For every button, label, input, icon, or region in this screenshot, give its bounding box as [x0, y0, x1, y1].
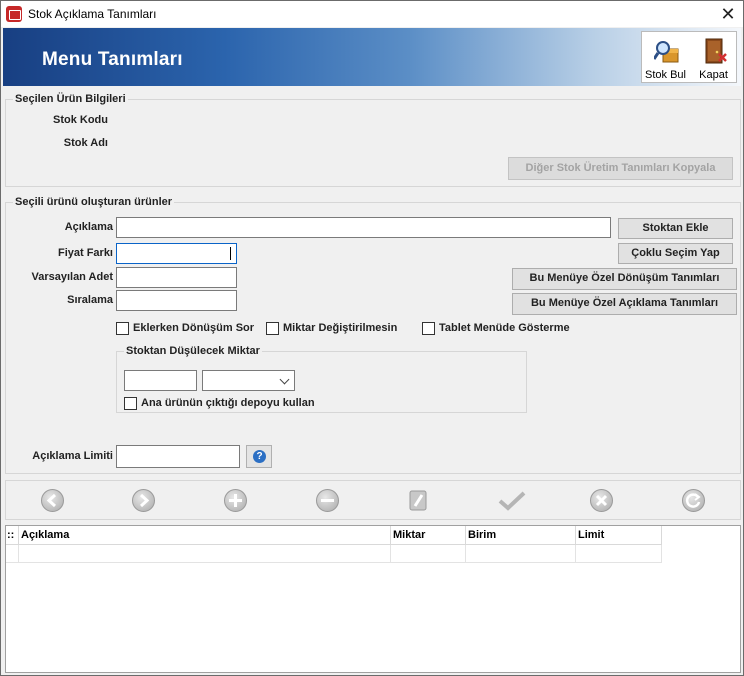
varsayilan-adet-label: Varsayılan Adet: [31, 271, 113, 283]
siralama-input[interactable]: [116, 290, 237, 311]
miktar-degistirilmesin-checkbox[interactable]: Miktar Değiştirilmesin: [266, 322, 416, 336]
eklerken-donusum-checkbox[interactable]: Eklerken Dönüşüm Sor: [116, 322, 266, 336]
dusulecek-miktar-title: Stoktan Düşülecek Miktar: [124, 345, 262, 357]
help-button[interactable]: ?: [246, 445, 272, 468]
stok-bul-label: Stok Bul: [645, 69, 686, 81]
column-header-aciklama[interactable]: Açıklama: [19, 526, 391, 545]
column-header-birim[interactable]: Birim: [466, 526, 576, 545]
fiyat-farki-input[interactable]: [116, 243, 237, 264]
previous-button[interactable]: [41, 489, 65, 513]
ana-urun-depo-checkbox[interactable]: Ana ürünün çıktığı depoyu kullan: [124, 397, 344, 411]
check-icon: [498, 491, 526, 511]
header-banner: Menu Tanımları Stok Bul Kapat: [3, 28, 741, 86]
cancel-button[interactable]: [590, 489, 614, 513]
refresh-glyph: [685, 493, 701, 508]
items-grid: :: Açıklama Miktar Birim Limit: [5, 525, 741, 673]
dusulecek-birim-select[interactable]: [202, 370, 295, 391]
remove-button[interactable]: [316, 489, 340, 513]
aciklama-limiti-input[interactable]: [116, 445, 240, 468]
add-button[interactable]: [224, 489, 248, 513]
edit-icon: [409, 490, 427, 511]
secilen-urun-title: Seçilen Ürün Bilgileri: [13, 93, 128, 105]
stock-search-icon: [654, 41, 679, 63]
checkbox-box[interactable]: [266, 322, 279, 335]
kapat-label: Kapat: [699, 69, 728, 81]
arrow-left-glyph: [46, 493, 57, 508]
aciklama-label: Açıklama: [64, 221, 113, 233]
miktar-degistirilmesin-label: Miktar Değiştirilmesin: [283, 322, 398, 334]
main-window: Stok Açıklama Tanımları ✕ Menu Tanımları…: [0, 0, 744, 676]
checkbox-box[interactable]: [422, 322, 435, 335]
close-icon[interactable]: ✕: [713, 1, 743, 27]
olusturan-urunler-title: Seçili ürünü oluşturan ürünler: [13, 196, 175, 208]
x-glyph: [595, 494, 608, 507]
stok-kodu-label: Stok Kodu: [53, 114, 108, 126]
table-cell[interactable]: [391, 545, 466, 563]
help-icon: ?: [253, 450, 266, 463]
text-caret: [230, 247, 231, 260]
copy-definitions-button[interactable]: Diğer Stok Üretim Tanımları Kopyala: [508, 157, 733, 180]
stoktan-ekle-button[interactable]: Stoktan Ekle: [618, 218, 733, 239]
aciklama-input[interactable]: [116, 217, 611, 238]
edit-button[interactable]: [407, 489, 431, 513]
title-bar: Stok Açıklama Tanımları ✕: [1, 1, 743, 27]
tablet-menude-label: Tablet Menüde Gösterme: [439, 322, 570, 334]
donusum-tanimlari-button[interactable]: Bu Menüye Özel Dönüşüm Tanımları: [512, 268, 737, 290]
aciklama-limiti-label: Açıklama Limiti: [32, 450, 113, 462]
confirm-button[interactable]: [497, 489, 527, 513]
chevron-down-icon: [279, 374, 290, 385]
fiyat-farki-label: Fiyat Farkı: [57, 247, 113, 259]
tablet-menude-checkbox[interactable]: Tablet Menüde Gösterme: [422, 322, 592, 336]
exit-door-icon: [705, 38, 727, 64]
checkbox-box[interactable]: [124, 397, 137, 410]
aciklama-tanimlari-button[interactable]: Bu Menüye Özel Açıklama Tanımları: [512, 293, 737, 315]
ana-urun-depo-label: Ana ürünün çıktığı depoyu kullan: [141, 397, 315, 409]
refresh-button[interactable]: [682, 489, 706, 513]
table-cell[interactable]: [19, 545, 391, 563]
navigation-toolbar: [5, 480, 741, 520]
arrow-right-glyph: [139, 493, 150, 508]
kapat-button[interactable]: Kapat: [690, 32, 737, 82]
column-header-limit[interactable]: Limit: [576, 526, 662, 545]
toolbar-panel: Stok Bul Kapat: [641, 31, 737, 83]
stok-bul-button[interactable]: Stok Bul: [642, 32, 689, 82]
row-indicator-cell[interactable]: [6, 545, 19, 563]
table-cell[interactable]: [576, 545, 662, 563]
page-title: Menu Tanımları: [42, 49, 183, 70]
stok-adi-label: Stok Adı: [63, 137, 108, 149]
siralama-label: Sıralama: [67, 294, 113, 306]
next-button[interactable]: [132, 489, 156, 513]
plus-glyph: [229, 494, 242, 507]
checkbox-box[interactable]: [116, 322, 129, 335]
table-cell[interactable]: [466, 545, 576, 563]
window-title: Stok Açıklama Tanımları: [28, 7, 157, 21]
app-icon: [6, 6, 22, 22]
column-header-miktar[interactable]: Miktar: [391, 526, 466, 545]
minus-glyph: [321, 499, 334, 502]
varsayilan-adet-input[interactable]: [116, 267, 237, 288]
coklu-secim-button[interactable]: Çoklu Seçim Yap: [618, 243, 733, 264]
dusulecek-miktar-input[interactable]: [124, 370, 197, 391]
eklerken-donusum-label: Eklerken Dönüşüm Sor: [133, 322, 255, 334]
row-indicator-header: ::: [6, 526, 19, 545]
